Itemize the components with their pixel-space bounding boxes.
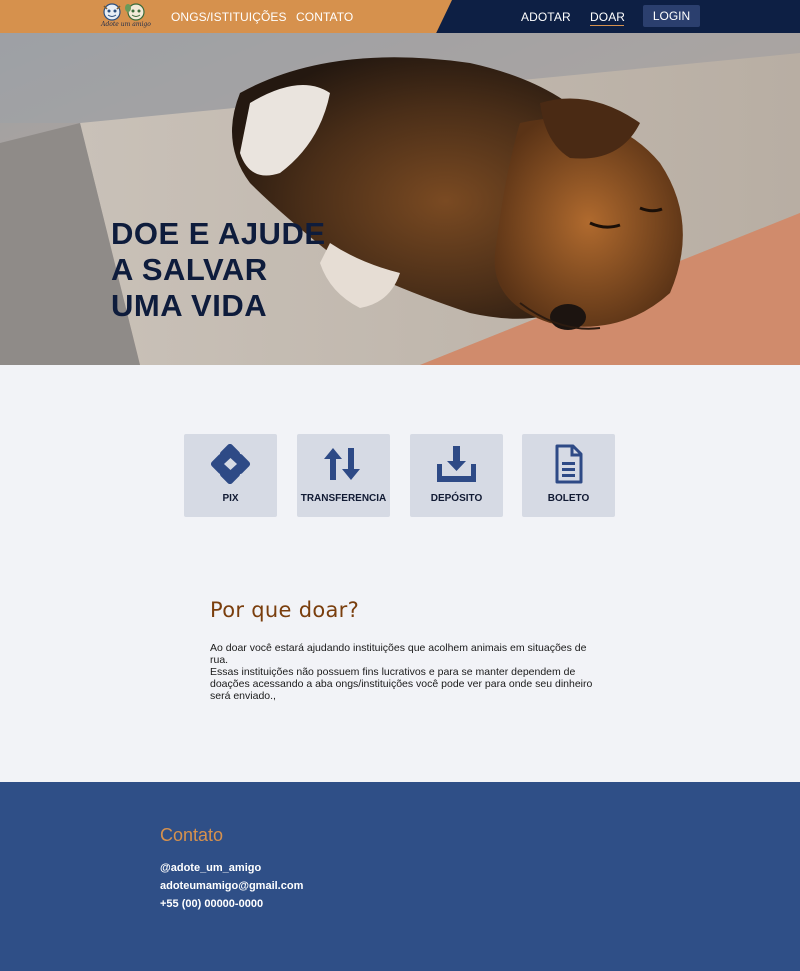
payment-label-transferencia: TRANSFERENCIA (300, 493, 387, 504)
payment-label-deposito: DEPÓSITO (430, 493, 483, 504)
document-icon (555, 444, 583, 484)
footer-email[interactable]: adoteumamigo@gmail.com (160, 880, 303, 892)
nav-link-ongs[interactable]: ONGS/ISTITUIÇÕES (171, 10, 287, 24)
payment-card-deposito[interactable]: DEPÓSITO (410, 434, 503, 517)
transfer-arrows-icon (324, 448, 360, 480)
active-link-underline (590, 25, 624, 26)
top-navigation: Adote um amigo ONGS/ISTITUIÇÕES CONTATO … (0, 0, 800, 33)
why-donate-title: Por que doar? (210, 598, 360, 622)
hero-banner: DOE E AJUDE A SALVAR UMA VIDA (0, 33, 800, 365)
hero-title: DOE E AJUDE A SALVAR UMA VIDA (111, 216, 326, 323)
nav-link-doar[interactable]: DOAR (590, 10, 625, 24)
payment-label-boleto: BOLETO (547, 493, 590, 504)
footer-phone: +55 (00) 00000-0000 (160, 898, 264, 910)
pix-icon (210, 444, 251, 484)
why-donate-paragraph: Essas instituições não possuem fins lucr… (210, 666, 593, 702)
logo-caption: Adote um amigo (101, 21, 151, 28)
payment-label-pix: PIX (222, 493, 239, 504)
footer-instagram[interactable]: @adote_um_amigo (160, 862, 261, 874)
footer-contact-title: Contato (160, 825, 224, 845)
payment-card-pix[interactable]: PIX (184, 434, 277, 517)
login-button[interactable]: LOGIN (643, 5, 700, 27)
payment-card-boleto[interactable]: BOLETO (522, 434, 615, 517)
download-tray-icon (437, 446, 476, 482)
payment-options: PIX TRANSFERENCIA DEPÓSITO BOLETO (184, 434, 616, 517)
why-donate-paragraph: Ao doar você estará ajudando instituiçõe… (210, 642, 587, 666)
why-donate-text: Ao doar você estará ajudando instituiçõe… (210, 642, 600, 702)
nav-link-adotar[interactable]: ADOTAR (521, 10, 571, 24)
payment-card-transferencia[interactable]: TRANSFERENCIA (297, 434, 390, 517)
nav-link-contato[interactable]: CONTATO (296, 10, 353, 24)
footer: Contato @adote_um_amigo adoteumamigo@gma… (0, 782, 800, 971)
